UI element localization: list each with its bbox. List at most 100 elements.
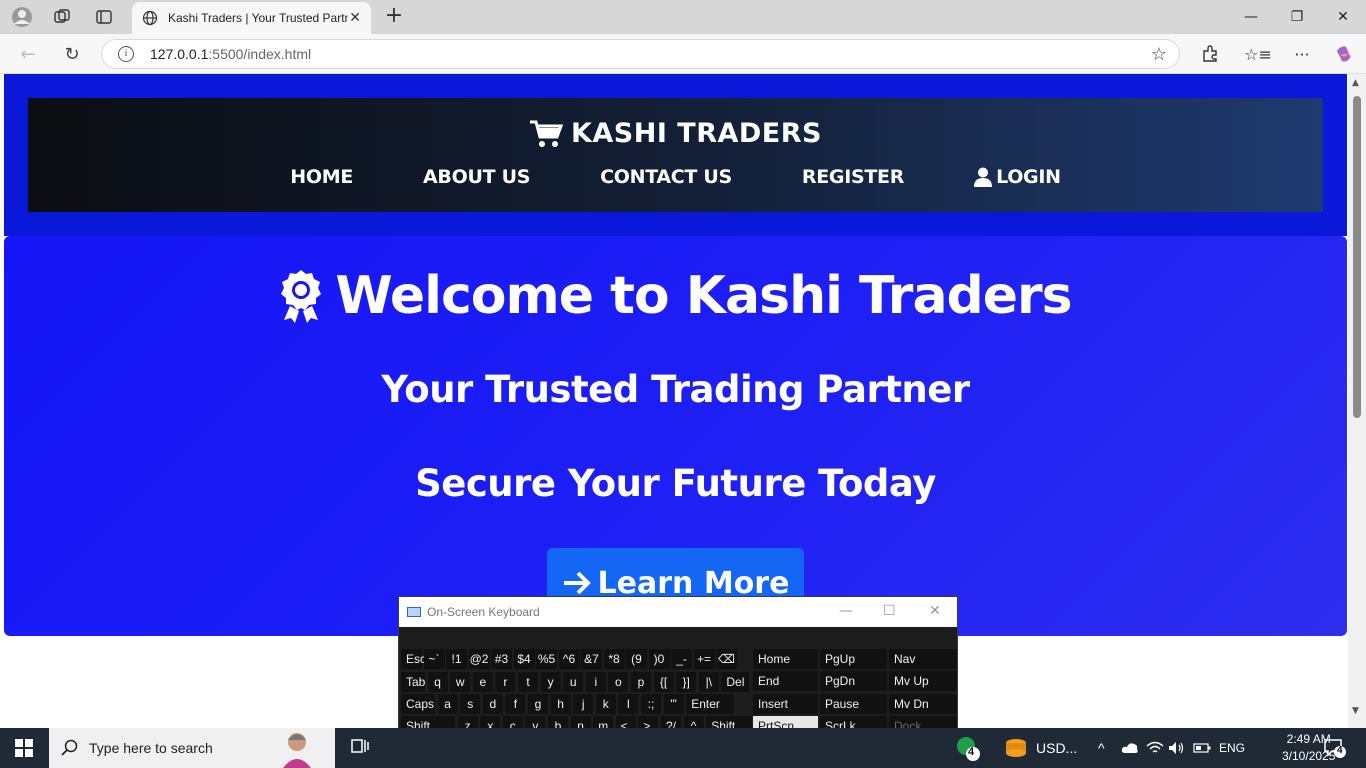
extensions-icon[interactable]: [1198, 42, 1222, 66]
osk-key[interactable]: Pause: [820, 693, 887, 714]
osk-key[interactable]: Enter: [686, 694, 735, 714]
osk-key[interactable]: %5: [536, 649, 557, 669]
osk-key[interactable]: Insert: [753, 693, 818, 714]
weather-text: USD...: [1036, 740, 1078, 756]
maximize-icon[interactable]: ❐: [1274, 0, 1320, 34]
osk-key[interactable]: f: [505, 694, 526, 714]
language-indicator[interactable]: ENG: [1219, 728, 1245, 768]
osk-key[interactable]: }]: [676, 672, 697, 692]
site-info-icon[interactable]: i: [118, 46, 134, 62]
scroll-up-icon[interactable]: ▲: [1352, 78, 1359, 88]
osk-key[interactable]: &7: [581, 649, 602, 669]
nav-register[interactable]: REGISTER: [802, 166, 904, 188]
workspaces-icon[interactable]: [50, 5, 74, 29]
notification-center-icon[interactable]: 4: [1324, 738, 1346, 762]
page-scrollbar[interactable]: ▲ ▼: [1348, 74, 1366, 728]
minimize-icon[interactable]: —: [1228, 0, 1274, 34]
osk-titlebar[interactable]: On-Screen Keyboard — ☐ ✕: [399, 597, 957, 627]
more-menu-icon[interactable]: ···: [1290, 42, 1314, 66]
back-icon[interactable]: ←: [16, 42, 40, 66]
new-tab-button[interactable]: +: [382, 4, 406, 28]
osk-key[interactable]: :;: [641, 694, 661, 714]
nav-contact-us[interactable]: CONTACT US: [600, 166, 732, 188]
osk-key[interactable]: s: [460, 694, 481, 714]
volume-icon[interactable]: [1168, 728, 1184, 768]
osk-minimize-icon[interactable]: —: [839, 603, 853, 619]
osk-key[interactable]: w: [450, 672, 471, 692]
osk-key[interactable]: g: [528, 694, 548, 714]
osk-key[interactable]: d: [482, 694, 503, 714]
osk-key[interactable]: Caps: [401, 694, 435, 714]
favorite-star-icon[interactable]: ☆: [1151, 44, 1167, 65]
osk-key[interactable]: o: [608, 672, 629, 692]
onedrive-icon[interactable]: [1121, 728, 1139, 768]
osk-key[interactable]: PgUp: [820, 649, 887, 669]
battery-icon[interactable]: [1193, 728, 1211, 768]
scrollbar-thumb[interactable]: [1353, 96, 1361, 418]
weather-widget[interactable]: USD...: [1003, 728, 1077, 768]
browser-tab-active[interactable]: Kashi Traders | Your Trusted Partner ✕: [132, 2, 371, 34]
osk-key[interactable]: |\: [698, 672, 719, 692]
tab-actions-icon[interactable]: [92, 5, 116, 29]
scroll-down-icon[interactable]: ▼: [1352, 706, 1359, 716]
wifi-icon[interactable]: [1146, 728, 1164, 768]
profile-icon[interactable]: [10, 5, 34, 29]
osk-key[interactable]: Nav: [889, 649, 957, 669]
osk-key[interactable]: q: [427, 672, 448, 692]
osk-key[interactable]: {[: [653, 672, 674, 692]
osk-close-icon[interactable]: ✕: [929, 603, 941, 619]
taskbar-search[interactable]: Type here to search: [49, 728, 335, 768]
osk-key[interactable]: _-: [671, 649, 692, 669]
navbar: KASHI TRADERS HOME ABOUT US CONTACT US R…: [28, 98, 1323, 212]
refresh-icon[interactable]: ↻: [60, 42, 84, 66]
osk-key[interactable]: ⌫: [716, 649, 737, 669]
address-bar[interactable]: i 127.0.0.1:5500/index.html ☆: [101, 39, 1180, 69]
osk-key[interactable]: y: [540, 672, 561, 692]
osk-key[interactable]: (9: [626, 649, 647, 669]
nav-about-us[interactable]: ABOUT US: [423, 166, 530, 188]
osk-key[interactable]: Home: [753, 649, 818, 669]
osk-key[interactable]: i: [585, 672, 606, 692]
osk-key[interactable]: Mv Up: [889, 671, 957, 692]
copilot-icon[interactable]: [1332, 42, 1356, 66]
windows-start-icon[interactable]: [15, 739, 33, 757]
task-view-icon[interactable]: [350, 736, 370, 760]
osk-key[interactable]: Del: [721, 672, 750, 692]
osk-key[interactable]: u: [563, 672, 584, 692]
osk-key[interactable]: $4: [513, 649, 535, 669]
tab-title: Kashi Traders | Your Trusted Partner: [168, 11, 348, 25]
osk-key[interactable]: a: [437, 694, 458, 714]
app-badge-icon[interactable]: 4: [955, 735, 981, 765]
osk-key[interactable]: !1: [446, 649, 467, 669]
osk-key[interactable]: PgDn: [820, 671, 887, 692]
osk-key[interactable]: *8: [603, 649, 625, 669]
osk-key[interactable]: ~`: [423, 649, 445, 669]
osk-key[interactable]: "': [663, 694, 684, 714]
osk-key[interactable]: k: [595, 694, 616, 714]
osk-key[interactable]: j: [573, 694, 594, 714]
nav-login[interactable]: LOGIN: [974, 166, 1061, 188]
osk-key[interactable]: )0: [648, 649, 670, 669]
osk-key[interactable]: #3: [491, 649, 512, 669]
favorites-icon[interactable]: ☆≡: [1244, 42, 1272, 66]
osk-key[interactable]: @2: [468, 649, 490, 669]
osk-key[interactable]: r: [495, 672, 516, 692]
osk-maximize-icon[interactable]: ☐: [883, 603, 896, 619]
window-close-icon[interactable]: ✕: [1320, 0, 1366, 34]
osk-key[interactable]: Esc: [401, 649, 426, 669]
osk-key[interactable]: h: [550, 694, 571, 714]
osk-key[interactable]: +=: [693, 649, 715, 669]
osk-key[interactable]: End: [753, 671, 818, 692]
site-brand[interactable]: KASHI TRADERS: [28, 118, 1323, 149]
osk-key[interactable]: Tab: [401, 672, 425, 692]
osk-key[interactable]: t: [518, 672, 538, 692]
osk-key[interactable]: ^6: [558, 649, 580, 669]
nav-home[interactable]: HOME: [290, 166, 353, 188]
osk-key[interactable]: p: [631, 672, 651, 692]
osk-key[interactable]: Mv Dn: [889, 693, 957, 714]
osk-key[interactable]: l: [618, 694, 639, 714]
cart-icon: [529, 120, 563, 147]
tray-chevron-icon[interactable]: ^: [1098, 728, 1105, 768]
osk-key[interactable]: e: [472, 672, 493, 692]
tab-close-icon[interactable]: ✕: [349, 10, 361, 26]
